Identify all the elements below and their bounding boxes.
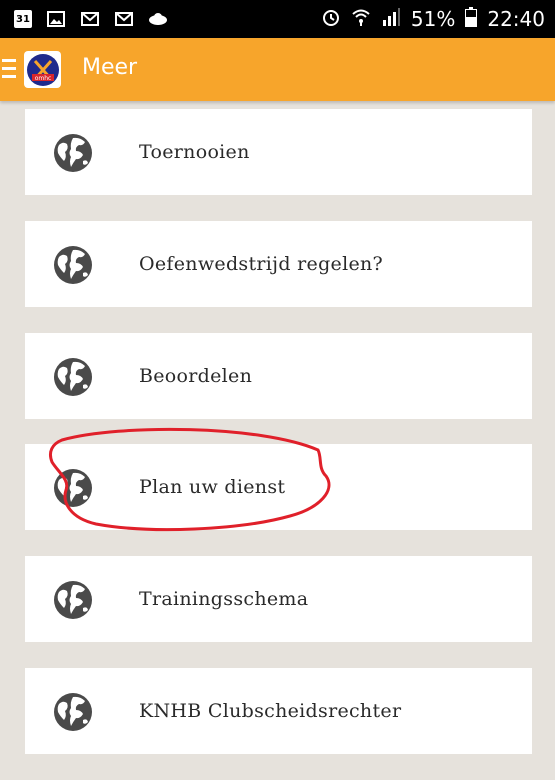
alarm-icon: [321, 7, 341, 32]
globe-icon: [53, 580, 93, 620]
menu-item-label: Oefenwedstrijd regelen?: [139, 253, 384, 275]
gmail-icon-2: [114, 10, 134, 28]
logo-text: omhc: [34, 75, 51, 82]
app-bar: omhc Meer: [0, 38, 555, 101]
globe-icon: [53, 468, 93, 508]
battery-icon: [465, 6, 478, 32]
menu-item-knhb-clubscheidsrechter[interactable]: KNHB Clubscheidsrechter: [25, 668, 532, 754]
wifi-icon: [351, 7, 371, 32]
globe-icon: [53, 133, 93, 173]
signal-icon: [381, 7, 401, 31]
gmail-icon: [80, 10, 100, 28]
clock-time: 22:40: [487, 7, 545, 31]
cloud-icon: [148, 10, 168, 28]
calendar-icon: 31: [14, 10, 32, 28]
globe-icon: [53, 357, 93, 397]
menu-item-plan-uw-dienst[interactable]: Plan uw dienst: [25, 444, 532, 530]
notification-icons: 31: [14, 8, 168, 30]
battery-percent: 51%: [410, 7, 456, 31]
globe-icon: [53, 245, 93, 285]
menu-item-label: Plan uw dienst: [139, 476, 286, 498]
gallery-icon: [46, 10, 66, 28]
status-bar: 31 51% 22:40: [0, 0, 555, 38]
menu-item-label: Toernooien: [139, 141, 250, 163]
menu-icon[interactable]: [2, 59, 16, 79]
menu-item-trainingsschema[interactable]: Trainingsschema: [25, 556, 532, 642]
menu-item-label: KNHB Clubscheidsrechter: [139, 700, 402, 722]
globe-icon: [53, 692, 93, 732]
status-right: 51% 22:40: [321, 6, 545, 32]
page-title: Meer: [82, 55, 138, 80]
app-logo[interactable]: omhc: [24, 51, 61, 88]
menu-item-label: Trainingsschema: [139, 588, 309, 610]
menu-item-toernooien[interactable]: Toernooien: [25, 109, 532, 195]
menu-item-beoordelen[interactable]: Beoordelen: [25, 333, 532, 419]
menu-item-oefenwedstrijd[interactable]: Oefenwedstrijd regelen?: [25, 221, 532, 307]
menu-item-label: Beoordelen: [139, 365, 253, 387]
